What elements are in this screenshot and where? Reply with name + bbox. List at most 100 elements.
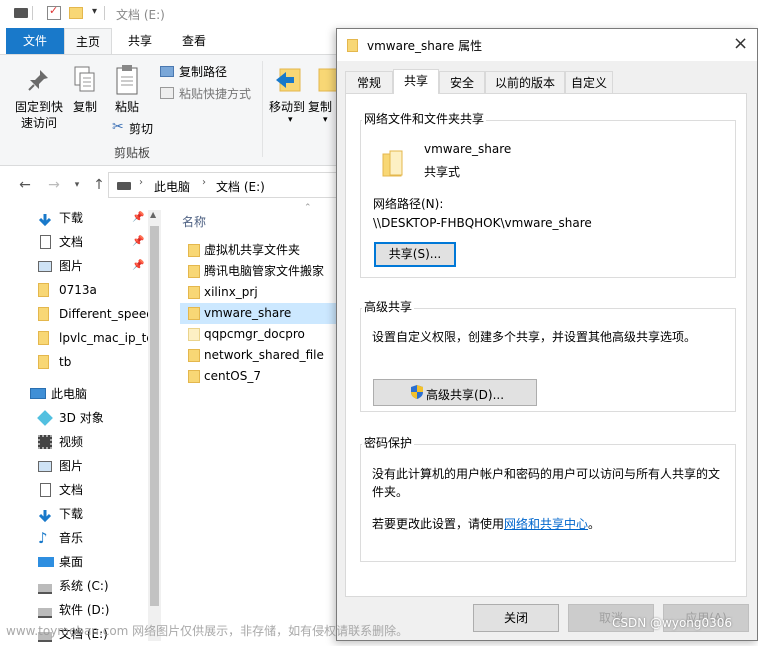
cube-icon bbox=[37, 410, 53, 426]
pin-icon[interactable]: 📌 bbox=[132, 206, 144, 230]
file-row-selected[interactable]: vmware_share bbox=[180, 303, 336, 324]
tab-security[interactable]: 安全 bbox=[439, 71, 485, 93]
file-list: 名称 ⌃ 虚拟机共享文件夹 腾讯电脑管家文件搬家 xilinx_prj vmwa… bbox=[176, 203, 338, 641]
properties-dialog: vmware_share 属性 × 常规 共享 安全 以前的版本 自定义 网络文… bbox=[336, 28, 758, 641]
network-path-value: \\DESKTOP-FHBQHOK\vmware_share bbox=[373, 216, 592, 230]
file-row[interactable]: 腾讯电脑管家文件搬家 bbox=[180, 261, 336, 282]
file-name: qqpcmgr_docpro bbox=[204, 327, 305, 341]
pin-icon[interactable]: 📌 bbox=[132, 254, 144, 278]
breadcrumb-this-pc[interactable]: 此电脑 bbox=[154, 178, 190, 195]
nav-item-drive-c[interactable]: 系统 (C:) bbox=[0, 574, 148, 598]
nav-item-lpvlc[interactable]: lpvlc_mac_ip_te bbox=[0, 326, 148, 350]
nav-item-downloads[interactable]: 下载 📌 bbox=[0, 206, 148, 230]
paste-shortcut-button[interactable]: 粘贴快捷方式 bbox=[179, 85, 251, 102]
breadcrumb-chevron-icon[interactable]: › bbox=[202, 177, 206, 188]
tab-sharing[interactable]: 共享 bbox=[393, 69, 439, 94]
copy-path-button[interactable]: 复制路径 bbox=[179, 63, 227, 80]
nav-item-desktop[interactable]: 桌面 bbox=[0, 550, 148, 574]
move-to-button[interactable]: 移动到 bbox=[266, 99, 308, 115]
advanced-sharing-group-title: 高级共享 bbox=[362, 298, 415, 315]
sort-chevron-icon[interactable]: ⌃ bbox=[304, 203, 312, 213]
address-bar[interactable]: › 此电脑 › 文档 (E:) bbox=[108, 172, 338, 198]
nav-item-documents-pc[interactable]: 文档 bbox=[0, 478, 148, 502]
file-row[interactable]: centOS_7 bbox=[180, 366, 336, 387]
nav-item-drive-d[interactable]: 软件 (D:) bbox=[0, 598, 148, 622]
copy-to-button[interactable]: 复制 bbox=[308, 99, 338, 115]
share-button[interactable]: 共享(S)... bbox=[374, 242, 456, 267]
tab-view[interactable]: 查看 bbox=[168, 28, 220, 54]
file-row[interactable]: xilinx_prj bbox=[180, 282, 336, 303]
file-row[interactable]: qqpcmgr_docpro bbox=[180, 324, 336, 345]
copy-to-dropdown-icon[interactable]: ▾ bbox=[323, 115, 328, 125]
nav-item-pictures[interactable]: 图片 📌 bbox=[0, 254, 148, 278]
up-arrow-icon[interactable]: ↑ bbox=[90, 176, 108, 194]
nav-item-pictures-pc[interactable]: 图片 bbox=[0, 454, 148, 478]
file-row[interactable]: network_shared_file bbox=[180, 345, 336, 366]
drive-icon[interactable] bbox=[14, 8, 28, 18]
nav-item-3d-objects[interactable]: 3D 对象 bbox=[0, 406, 148, 430]
properties-icon[interactable]: ✓ bbox=[47, 4, 61, 20]
file-name: xilinx_prj bbox=[204, 285, 258, 299]
tab-previous-versions[interactable]: 以前的版本 bbox=[485, 71, 565, 93]
back-arrow-icon[interactable]: ← bbox=[16, 176, 34, 194]
copy-button[interactable]: 复制 bbox=[70, 99, 100, 115]
nav-item-music[interactable]: ♪ 音乐 bbox=[0, 526, 148, 550]
nav-item-label: 文档 bbox=[59, 483, 84, 497]
password-protection-description: 没有此计算机的用户帐户和密码的用户可以访问与所有人共享的文件夹。 bbox=[372, 467, 721, 499]
file-name: 腾讯电脑管家文件搬家 bbox=[204, 264, 325, 278]
nav-item-label: 系统 (C:) bbox=[59, 579, 109, 593]
nav-item-label: 图片 bbox=[59, 459, 84, 473]
new-folder-icon[interactable] bbox=[69, 7, 83, 19]
folder-icon bbox=[188, 349, 200, 362]
scroll-up-icon[interactable]: ▲ bbox=[150, 210, 156, 219]
nav-item-label: 音乐 bbox=[59, 531, 84, 545]
nav-item-label: 下载 bbox=[59, 507, 84, 521]
nav-item-0713a[interactable]: 0713a bbox=[0, 278, 148, 302]
document-icon bbox=[40, 235, 51, 249]
password-protection-group-title: 密码保护 bbox=[362, 434, 415, 451]
nav-item-downloads-pc[interactable]: 下载 bbox=[0, 502, 148, 526]
move-to-dropdown-icon[interactable]: ▾ bbox=[288, 115, 293, 125]
file-row[interactable]: 虚拟机共享文件夹 bbox=[180, 240, 336, 261]
nav-item-videos[interactable]: 视频 bbox=[0, 430, 148, 454]
pin-quick-access-button[interactable]: 固定到快 速访问 bbox=[10, 99, 68, 131]
advanced-sharing-button[interactable]: 高级共享(D)... bbox=[373, 379, 537, 406]
tab-home[interactable]: 主页 bbox=[64, 28, 112, 54]
download-icon bbox=[38, 507, 52, 523]
nav-item-tb[interactable]: tb bbox=[0, 350, 148, 374]
folder-icon bbox=[38, 331, 49, 345]
divider bbox=[104, 6, 105, 20]
cut-button[interactable]: 剪切 bbox=[129, 120, 153, 137]
tab-share[interactable]: 共享 bbox=[116, 28, 164, 54]
breadcrumb-drive-e[interactable]: 文档 (E:) bbox=[216, 178, 265, 195]
password-protection-group bbox=[360, 444, 736, 562]
pin-icon[interactable]: 📌 bbox=[132, 230, 144, 254]
computer-icon bbox=[30, 388, 46, 399]
close-icon[interactable]: × bbox=[733, 33, 748, 54]
breadcrumb-chevron-icon[interactable]: › bbox=[139, 177, 143, 188]
paste-button[interactable]: 粘贴 bbox=[110, 99, 144, 115]
picture-icon bbox=[38, 461, 52, 472]
column-header-name[interactable]: 名称 bbox=[182, 213, 206, 230]
tab-general[interactable]: 常规 bbox=[345, 71, 393, 93]
nav-item-different-speed[interactable]: Different_speed bbox=[0, 302, 148, 326]
folder-icon bbox=[38, 283, 49, 297]
drive-icon bbox=[117, 182, 131, 190]
dialog-title: vmware_share 属性 bbox=[367, 39, 483, 53]
nav-item-label: 桌面 bbox=[59, 555, 84, 569]
tab-customize[interactable]: 自定义 bbox=[565, 71, 613, 93]
tab-file[interactable]: 文件 bbox=[6, 28, 64, 54]
recent-locations-icon[interactable]: ▾ bbox=[68, 176, 86, 194]
nav-item-this-pc[interactable]: 此电脑 bbox=[0, 382, 148, 406]
folder-icon bbox=[188, 286, 200, 299]
navigation-scrollbar-thumb[interactable] bbox=[150, 226, 159, 606]
password-change-prefix: 若要更改此设置，请使用 bbox=[372, 517, 505, 531]
file-name: network_shared_file bbox=[204, 348, 324, 362]
network-sharing-center-link[interactable]: 网络和共享中心 bbox=[504, 517, 588, 531]
copy-to-icon bbox=[317, 65, 338, 95]
password-change-suffix: 。 bbox=[588, 517, 601, 531]
nav-item-documents[interactable]: 文档 📌 bbox=[0, 230, 148, 254]
customize-toolbar-icon[interactable]: ▾ bbox=[92, 6, 97, 17]
forward-arrow-icon[interactable]: → bbox=[45, 176, 63, 194]
close-button[interactable]: 关闭 bbox=[473, 604, 559, 632]
